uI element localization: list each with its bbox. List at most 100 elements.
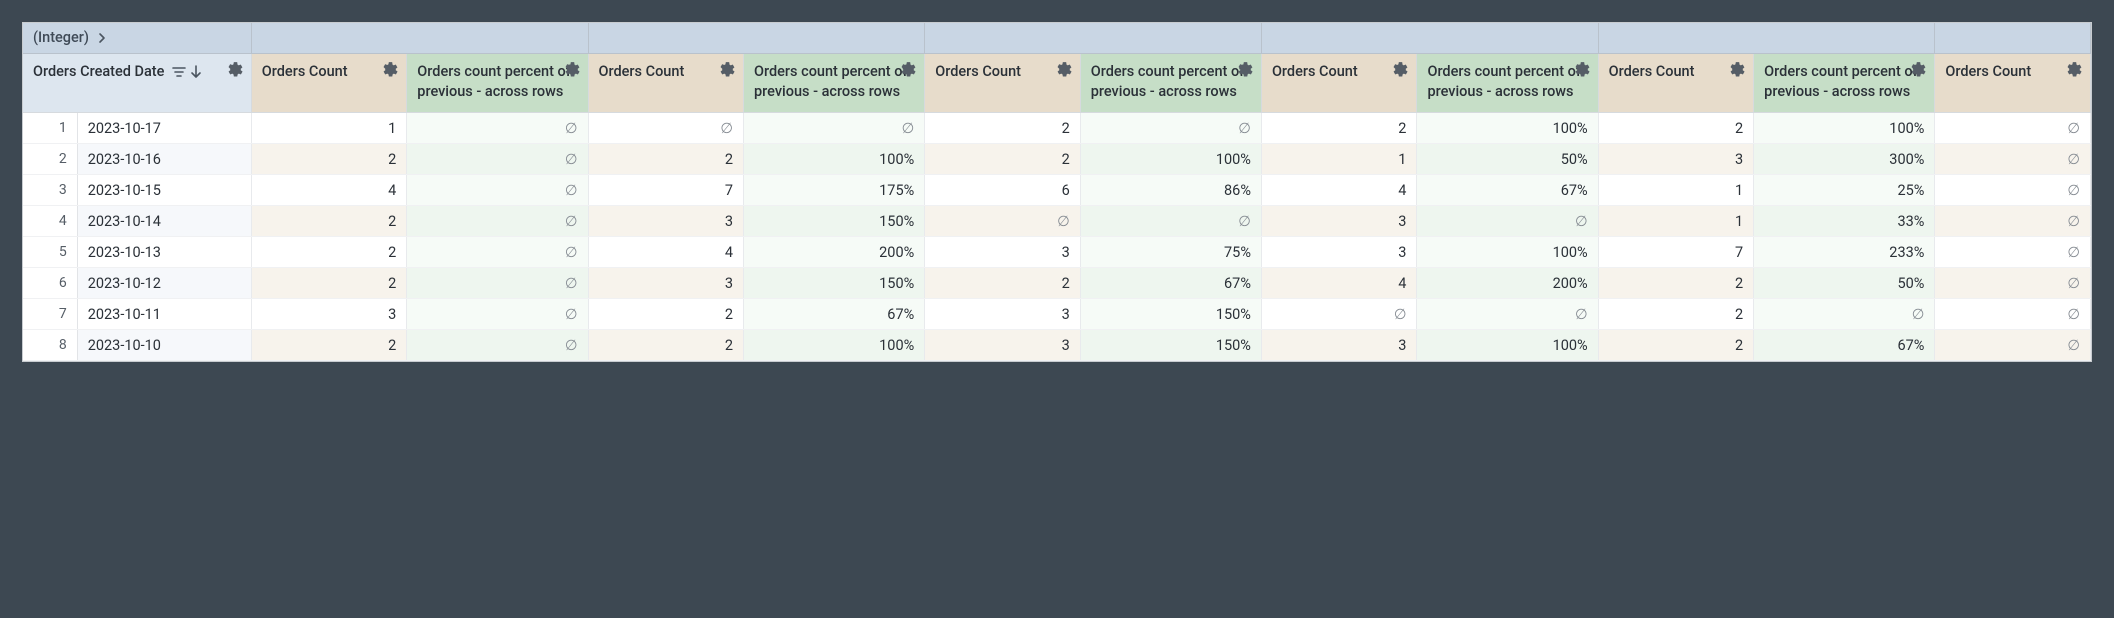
- cell-count[interactable]: 2: [1598, 330, 1754, 361]
- cell-count[interactable]: ∅: [1261, 299, 1417, 330]
- cell-pct[interactable]: ∅: [407, 299, 588, 330]
- cell-pct[interactable]: ∅: [744, 113, 925, 144]
- cell-count[interactable]: 7: [588, 175, 744, 206]
- cell-pct[interactable]: 150%: [1080, 299, 1261, 330]
- cell-pct[interactable]: ∅: [407, 268, 588, 299]
- cell-pct[interactable]: 67%: [744, 299, 925, 330]
- cell-pct[interactable]: 33%: [1754, 206, 1935, 237]
- cell-pct[interactable]: 50%: [1417, 144, 1598, 175]
- cell-count[interactable]: ∅: [1935, 113, 2091, 144]
- cell-pct[interactable]: 86%: [1080, 175, 1261, 206]
- cell-count[interactable]: 7: [1598, 237, 1754, 268]
- gear-icon[interactable]: [900, 61, 917, 78]
- cell-count[interactable]: 3: [925, 330, 1081, 361]
- cell-pct[interactable]: ∅: [407, 330, 588, 361]
- cell-count[interactable]: 2: [925, 268, 1081, 299]
- cell-count[interactable]: 2: [925, 144, 1081, 175]
- cell-pct[interactable]: 200%: [744, 237, 925, 268]
- cell-date[interactable]: 2023-10-15: [77, 175, 251, 206]
- gear-icon[interactable]: [719, 61, 736, 78]
- column-header-count[interactable]: Orders Count: [1598, 53, 1754, 113]
- cell-pct[interactable]: 100%: [1754, 113, 1935, 144]
- cell-pct[interactable]: 100%: [1080, 144, 1261, 175]
- cell-count[interactable]: 2: [1598, 113, 1754, 144]
- cell-pct[interactable]: ∅: [407, 175, 588, 206]
- cell-count[interactable]: 1: [1598, 206, 1754, 237]
- cell-count[interactable]: 3: [1261, 237, 1417, 268]
- cell-pct[interactable]: ∅: [1080, 206, 1261, 237]
- cell-date[interactable]: 2023-10-10: [77, 330, 251, 361]
- cell-count[interactable]: 4: [1261, 175, 1417, 206]
- column-header-pct[interactable]: Orders count percent of previous - acros…: [1754, 53, 1935, 113]
- cell-count[interactable]: 3: [1261, 330, 1417, 361]
- cell-count[interactable]: 3: [925, 299, 1081, 330]
- cell-count[interactable]: 4: [251, 175, 407, 206]
- pivot-group-cell[interactable]: [1935, 23, 2091, 53]
- pivot-group-cell[interactable]: [251, 23, 588, 53]
- cell-count[interactable]: 2: [1598, 299, 1754, 330]
- cell-date[interactable]: 2023-10-13: [77, 237, 251, 268]
- cell-pct[interactable]: 67%: [1080, 268, 1261, 299]
- cell-pct[interactable]: 200%: [1417, 268, 1598, 299]
- row-number[interactable]: 6: [23, 268, 77, 299]
- column-header-count[interactable]: Orders Count: [251, 53, 407, 113]
- gear-icon[interactable]: [382, 61, 399, 78]
- cell-count[interactable]: 2: [1261, 113, 1417, 144]
- gear-icon[interactable]: [564, 61, 581, 78]
- cell-pct[interactable]: 100%: [744, 330, 925, 361]
- cell-count[interactable]: 2: [588, 144, 744, 175]
- cell-count[interactable]: ∅: [1935, 237, 2091, 268]
- cell-pct[interactable]: 150%: [744, 268, 925, 299]
- cell-count[interactable]: ∅: [1935, 144, 2091, 175]
- cell-count[interactable]: 3: [588, 206, 744, 237]
- cell-count[interactable]: 3: [925, 237, 1081, 268]
- cell-pct[interactable]: ∅: [407, 206, 588, 237]
- cell-pct[interactable]: 50%: [1754, 268, 1935, 299]
- cell-count[interactable]: 2: [1598, 268, 1754, 299]
- pivot-group-cell[interactable]: [925, 23, 1262, 53]
- row-number[interactable]: 4: [23, 206, 77, 237]
- cell-count[interactable]: 2: [251, 330, 407, 361]
- cell-count[interactable]: 3: [251, 299, 407, 330]
- gear-icon[interactable]: [227, 61, 244, 78]
- column-header-date[interactable]: Orders Created Date: [23, 53, 251, 113]
- gear-icon[interactable]: [1574, 61, 1591, 78]
- cell-count[interactable]: 2: [251, 268, 407, 299]
- cell-pct[interactable]: 150%: [744, 206, 925, 237]
- cell-count[interactable]: 2: [925, 113, 1081, 144]
- cell-count[interactable]: 3: [1261, 206, 1417, 237]
- row-number[interactable]: 1: [23, 113, 77, 144]
- cell-count[interactable]: ∅: [1935, 206, 2091, 237]
- cell-count[interactable]: ∅: [1935, 330, 2091, 361]
- column-header-pct[interactable]: Orders count percent of previous - acros…: [1417, 53, 1598, 113]
- cell-count[interactable]: 3: [1598, 144, 1754, 175]
- cell-pct[interactable]: 67%: [1417, 175, 1598, 206]
- cell-count[interactable]: 3: [588, 268, 744, 299]
- cell-pct[interactable]: ∅: [407, 237, 588, 268]
- row-number[interactable]: 8: [23, 330, 77, 361]
- cell-pct[interactable]: 100%: [744, 144, 925, 175]
- cell-count[interactable]: ∅: [1935, 268, 2091, 299]
- cell-date[interactable]: 2023-10-12: [77, 268, 251, 299]
- cell-pct[interactable]: 233%: [1754, 237, 1935, 268]
- cell-count[interactable]: 1: [1598, 175, 1754, 206]
- cell-count[interactable]: 2: [251, 144, 407, 175]
- pivot-group-cell[interactable]: [588, 23, 925, 53]
- column-header-count[interactable]: Orders Count: [1935, 53, 2091, 113]
- cell-count[interactable]: ∅: [1935, 175, 2091, 206]
- gear-icon[interactable]: [1056, 61, 1073, 78]
- gear-icon[interactable]: [1237, 61, 1254, 78]
- cell-pct[interactable]: ∅: [1417, 299, 1598, 330]
- cell-count[interactable]: 1: [1261, 144, 1417, 175]
- cell-pct[interactable]: 300%: [1754, 144, 1935, 175]
- column-header-count[interactable]: Orders Count: [588, 53, 744, 113]
- cell-pct[interactable]: ∅: [1080, 113, 1261, 144]
- cell-pct[interactable]: 100%: [1417, 330, 1598, 361]
- cell-count[interactable]: 1: [251, 113, 407, 144]
- cell-count[interactable]: 2: [251, 237, 407, 268]
- cell-pct[interactable]: 25%: [1754, 175, 1935, 206]
- cell-pct[interactable]: 150%: [1080, 330, 1261, 361]
- cell-pct[interactable]: 100%: [1417, 237, 1598, 268]
- sort-desc-icon[interactable]: [190, 65, 202, 79]
- cell-count[interactable]: 4: [588, 237, 744, 268]
